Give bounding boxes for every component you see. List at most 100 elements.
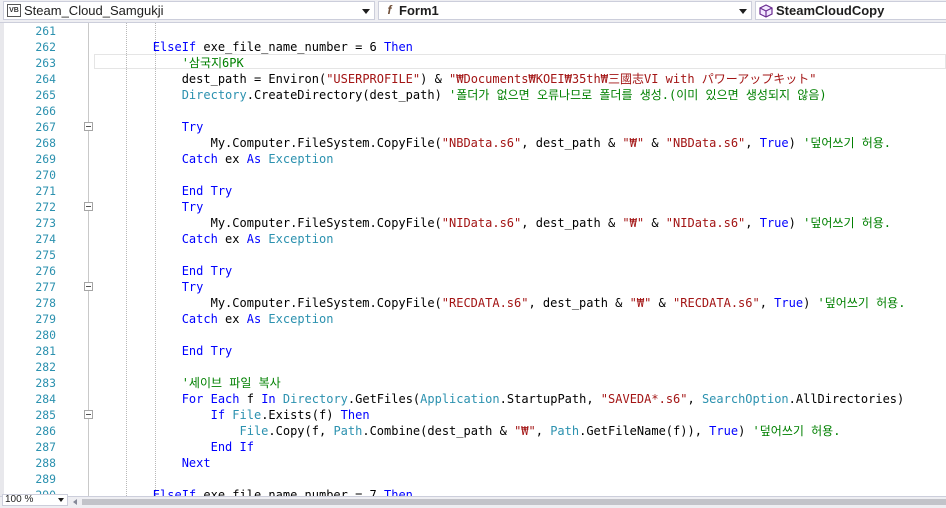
code-line[interactable]: 287 End If <box>0 439 946 455</box>
code-line[interactable]: 285 If File.Exists(f) Then <box>0 407 946 423</box>
line-number: 279 <box>35 312 56 326</box>
chevron-down-icon[interactable] <box>58 498 64 502</box>
code-token: "₩" <box>629 296 652 310</box>
indentation <box>95 408 211 422</box>
code-token: , <box>745 216 760 230</box>
code-token: Exception <box>268 312 334 326</box>
line-number: 283 <box>35 376 56 390</box>
code-token: Catch <box>181 232 218 246</box>
code-text: If File.Exists(f) Then <box>95 407 370 423</box>
code-line[interactable]: 282 <box>0 359 946 375</box>
code-token: "NBData.s6" <box>441 136 522 150</box>
code-text: Directory.CreateDirectory(dest_path) '폴더… <box>95 87 827 103</box>
collapse-icon[interactable] <box>84 122 93 131</box>
horizontal-scrollbar-thumb[interactable] <box>82 499 946 505</box>
code-token: End Try <box>181 264 233 278</box>
code-line[interactable]: 273 My.Computer.FileSystem.CopyFile("NID… <box>0 215 946 231</box>
code-text: My.Computer.FileSystem.CopyFile("NBData.… <box>95 135 891 151</box>
code-token: True <box>759 216 789 230</box>
vb-project-icon: VB <box>7 4 21 17</box>
code-line[interactable]: 281 End Try <box>0 343 946 359</box>
code-line[interactable]: 276 End Try <box>0 263 946 279</box>
code-line[interactable]: 264 dest_path = Environ("USERPROFILE") &… <box>0 71 946 87</box>
code-token: ex <box>217 152 247 166</box>
code-line[interactable]: 269 Catch ex As Exception <box>0 151 946 167</box>
code-line[interactable]: 263 '삼국지6PK <box>0 55 946 71</box>
code-token: '덮어쓰기 허용. <box>803 136 892 150</box>
indentation <box>95 40 153 54</box>
code-line[interactable]: 283 '세이브 파일 복사 <box>0 375 946 391</box>
code-text: Try <box>95 199 204 215</box>
code-line[interactable]: 265 Directory.CreateDirectory(dest_path)… <box>0 87 946 103</box>
indentation <box>95 72 182 86</box>
code-token: Next <box>181 456 211 470</box>
code-text: End Try <box>95 183 233 199</box>
code-token: File <box>239 424 269 438</box>
code-token: Try <box>181 200 204 214</box>
code-token: ) <box>738 424 753 438</box>
code-token: Application <box>420 392 500 406</box>
line-number: 263 <box>35 56 56 70</box>
code-token: True <box>759 136 789 150</box>
indentation <box>95 392 182 406</box>
code-editor[interactable]: 261 262 ElseIf exe_file_name_number = 6 T… <box>0 23 946 496</box>
class-dropdown[interactable]: f Form1 <box>378 1 752 20</box>
code-line[interactable]: 277 Try <box>0 279 946 295</box>
code-token: "NIData.s6" <box>441 216 522 230</box>
line-number: 271 <box>35 184 56 198</box>
code-line[interactable]: 289 <box>0 471 946 487</box>
line-number: 265 <box>35 88 56 102</box>
code-line[interactable]: 272 Try <box>0 199 946 215</box>
member-dropdown[interactable]: SteamCloudCopy <box>755 1 946 20</box>
code-token: Catch <box>181 152 218 166</box>
line-number: 264 <box>35 72 56 86</box>
code-line[interactable]: 284 For Each f In Directory.GetFiles(App… <box>0 391 946 407</box>
code-token: SearchOption <box>701 392 789 406</box>
indentation <box>95 344 182 358</box>
collapse-icon[interactable] <box>84 410 93 419</box>
indentation <box>95 424 240 438</box>
code-line[interactable]: 286 File.Copy(f, Path.Combine(dest_path … <box>0 423 946 439</box>
project-dropdown[interactable]: VB Steam_Cloud_Samgukji <box>3 1 375 20</box>
code-line[interactable]: 279 Catch ex As Exception <box>0 311 946 327</box>
line-number: 286 <box>35 424 56 438</box>
code-line[interactable]: 278 My.Computer.FileSystem.CopyFile("REC… <box>0 295 946 311</box>
chevron-down-icon[interactable] <box>739 9 747 14</box>
code-text: '삼국지6PK <box>95 55 244 71</box>
code-token: .GetFiles( <box>347 392 421 406</box>
code-line[interactable]: 271 End Try <box>0 183 946 199</box>
code-text: End Try <box>95 263 233 279</box>
chevron-down-icon[interactable] <box>362 9 370 14</box>
code-line[interactable]: 270 <box>0 167 946 183</box>
code-line[interactable]: 266 <box>0 103 946 119</box>
code-text: My.Computer.FileSystem.CopyFile("RECDATA… <box>95 295 906 311</box>
code-line[interactable]: 275 <box>0 247 946 263</box>
code-line[interactable]: 280 <box>0 327 946 343</box>
code-token: .AllDirectories) <box>788 392 905 406</box>
line-number: 281 <box>35 344 56 358</box>
code-line[interactable]: 288 Next <box>0 455 946 471</box>
code-line[interactable]: 261 <box>0 23 946 39</box>
scroll-left-icon[interactable] <box>72 497 80 507</box>
code-line[interactable]: 290 ElseIf exe_file_name_number = 7 Then <box>0 487 946 496</box>
code-token: As <box>246 152 262 166</box>
code-line[interactable]: 267 Try <box>0 119 946 135</box>
code-line[interactable]: 262 ElseIf exe_file_name_number = 6 Then <box>0 39 946 55</box>
line-number: 277 <box>35 280 56 294</box>
code-text: dest_path = Environ("USERPROFILE") & "₩D… <box>95 71 817 87</box>
collapse-icon[interactable] <box>84 202 93 211</box>
code-token: , <box>759 296 775 310</box>
collapse-icon[interactable] <box>84 282 93 291</box>
line-number: 268 <box>35 136 56 150</box>
code-line[interactable]: 274 Catch ex As Exception <box>0 231 946 247</box>
line-number: 273 <box>35 216 56 230</box>
code-token: Exception <box>268 152 334 166</box>
line-number: 276 <box>35 264 56 278</box>
code-token: In <box>261 392 276 406</box>
code-token: True <box>774 296 804 310</box>
code-text: Catch ex As Exception <box>95 231 334 247</box>
zoom-dropdown[interactable]: 100 % <box>2 494 68 506</box>
code-line[interactable]: 268 My.Computer.FileSystem.CopyFile("NBD… <box>0 135 946 151</box>
code-token: "₩" <box>622 136 645 150</box>
